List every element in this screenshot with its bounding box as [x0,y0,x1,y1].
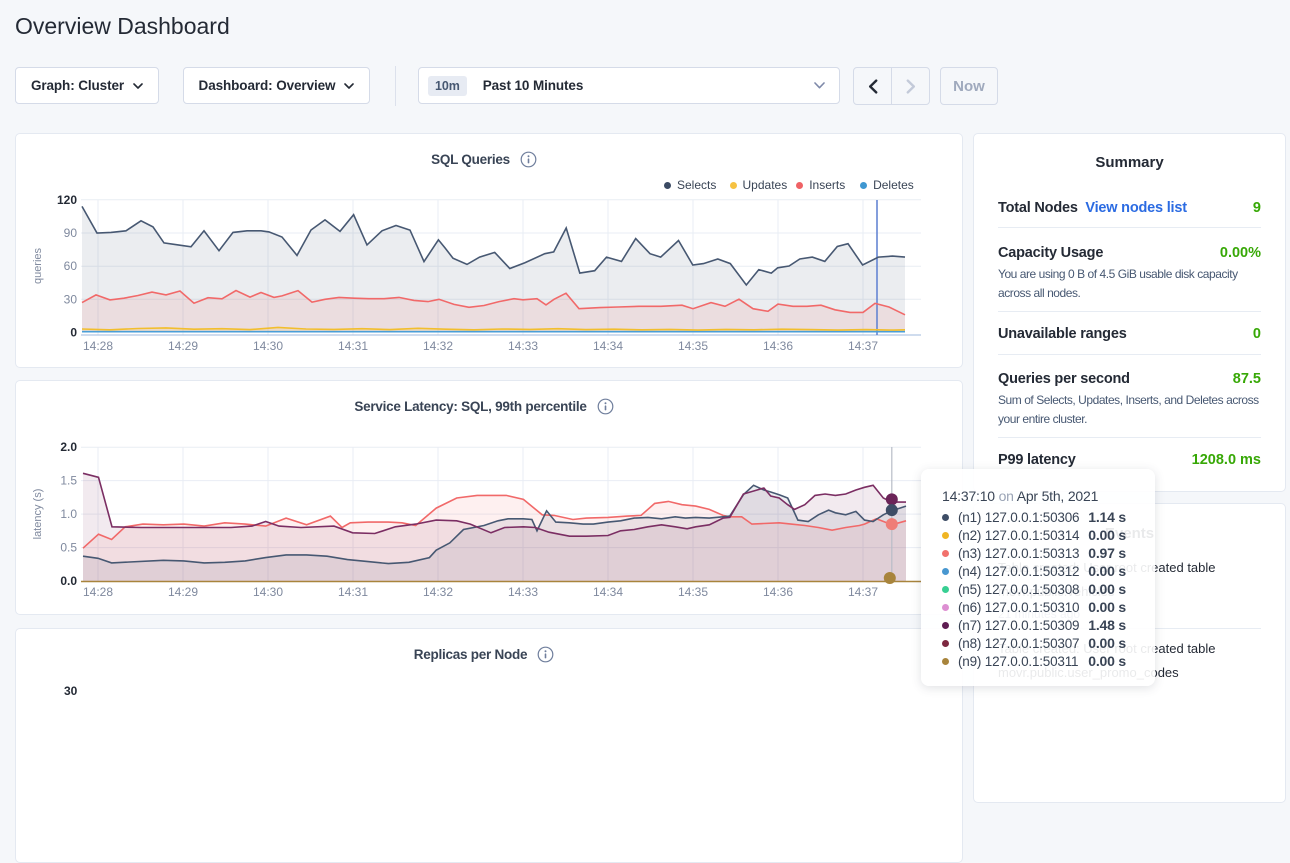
svg-text:14:34: 14:34 [593,585,623,599]
svg-text:14:33: 14:33 [508,585,538,599]
svg-text:14:35: 14:35 [678,585,708,599]
svg-text:14:36: 14:36 [763,585,793,599]
svg-text:14:29: 14:29 [168,585,198,599]
svg-text:0.0: 0.0 [60,574,77,588]
svg-text:14:34: 14:34 [593,339,623,353]
svg-text:1.5: 1.5 [60,474,77,488]
svg-text:14:33: 14:33 [508,339,538,353]
svg-text:14:30: 14:30 [253,585,283,599]
svg-text:14:32: 14:32 [423,585,453,599]
svg-text:latency (s): latency (s) [32,489,44,540]
svg-text:60: 60 [64,259,78,273]
svg-text:14:36: 14:36 [763,339,793,353]
svg-text:2.0: 2.0 [60,440,77,454]
svg-text:14:37: 14:37 [848,339,878,353]
svg-text:14:37: 14:37 [848,585,878,599]
svg-text:90: 90 [64,226,78,240]
svg-text:120: 120 [57,193,77,207]
svg-text:0.5: 0.5 [60,541,77,555]
svg-text:14:31: 14:31 [338,585,368,599]
svg-text:14:29: 14:29 [168,339,198,353]
svg-text:14:35: 14:35 [678,339,708,353]
svg-text:14:28: 14:28 [83,585,113,599]
svg-text:14:30: 14:30 [253,339,283,353]
svg-text:14:28: 14:28 [83,339,113,353]
svg-text:0: 0 [70,326,77,340]
svg-text:14:31: 14:31 [338,339,368,353]
svg-text:queries: queries [32,247,44,284]
svg-text:14:32: 14:32 [423,339,453,353]
svg-text:30: 30 [64,292,78,306]
svg-text:1.0: 1.0 [60,507,77,521]
